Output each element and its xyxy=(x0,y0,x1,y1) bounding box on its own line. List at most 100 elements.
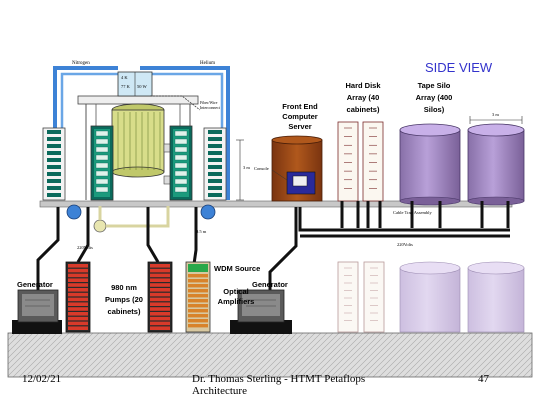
footer-page-number: 47 xyxy=(478,373,489,385)
rack-slot xyxy=(47,193,61,197)
valve-icon xyxy=(93,219,107,233)
pump-module xyxy=(68,312,88,316)
pump-module xyxy=(68,321,88,326)
rack-slot xyxy=(208,179,222,183)
rack-slot xyxy=(47,158,61,162)
power-right-label: 220Volts xyxy=(397,242,413,247)
pump-module xyxy=(150,302,170,306)
pump-module xyxy=(150,297,170,302)
rack-slot xyxy=(47,179,61,183)
pump-module xyxy=(68,288,88,292)
dim-05m: 0.5 m xyxy=(196,229,207,234)
rack-slot xyxy=(95,162,109,169)
amplifier-module xyxy=(188,319,208,323)
floor-base xyxy=(7,332,533,378)
pump-module xyxy=(68,283,88,287)
rack-slot xyxy=(47,137,61,141)
pump-module xyxy=(68,264,88,268)
rack-slot xyxy=(174,130,188,137)
pump-module xyxy=(150,292,170,297)
he-mid-label: 50 W xyxy=(137,84,147,89)
cable-tray-label: Cable Tray Assembly xyxy=(393,210,432,215)
rack-slot xyxy=(174,162,188,169)
left-pump-icon xyxy=(66,204,82,220)
rack-slot xyxy=(208,151,222,155)
rack-slot xyxy=(95,138,109,145)
amplifier-module xyxy=(188,279,208,283)
rack-slot xyxy=(47,186,61,190)
rack-slot xyxy=(47,130,61,134)
rack-slot xyxy=(47,172,61,176)
power-left-label: 220Volts xyxy=(77,245,93,250)
nitrogen-label: Nitrogen xyxy=(72,61,90,66)
rack-slot xyxy=(174,146,188,153)
pump-module xyxy=(150,273,170,278)
hard-disk-label: Hard Disk Array (40 cabinets) xyxy=(345,81,381,114)
amplifier-module xyxy=(188,324,208,328)
rack-slot xyxy=(208,137,222,141)
fiber-wire-label: Fiber/Wire Interconnect xyxy=(200,100,220,110)
pump-module xyxy=(150,268,170,273)
pump-module xyxy=(68,316,88,321)
pump-module xyxy=(150,316,170,321)
rack-slot xyxy=(174,154,188,161)
rack-slot xyxy=(95,154,109,161)
amplifier-module xyxy=(188,314,208,318)
front-end-server xyxy=(271,135,323,202)
pump-module xyxy=(150,321,170,326)
generator-left xyxy=(12,289,62,334)
footer-date: 12/02/21 xyxy=(22,373,62,385)
pump-module xyxy=(150,278,170,282)
right-pump-icon xyxy=(200,204,216,220)
rack-slot xyxy=(208,165,222,169)
rack-slot xyxy=(47,144,61,148)
rack-slot xyxy=(174,178,188,185)
rack-slot xyxy=(47,165,61,169)
wdm-source-label: WDM Source xyxy=(214,264,261,273)
rack-slot xyxy=(95,170,109,177)
rack-slot xyxy=(208,193,222,197)
rack-slot xyxy=(95,186,109,193)
rack-slot xyxy=(208,144,222,148)
amplifier-module xyxy=(188,284,208,288)
rack-slot xyxy=(95,130,109,137)
amplifier-module xyxy=(188,289,208,293)
pump-module xyxy=(68,278,88,282)
pump-module xyxy=(68,307,88,311)
rack-slot xyxy=(208,158,222,162)
pump-module xyxy=(68,268,88,273)
rack-slot xyxy=(95,178,109,185)
amplifier-module xyxy=(188,299,208,303)
amplifier-module xyxy=(188,274,208,278)
amplifier-module xyxy=(188,304,208,308)
front-end-label: Front End Computer Server xyxy=(282,102,318,131)
lower-tape-silos xyxy=(399,261,525,333)
rack-slot xyxy=(174,186,188,193)
amplifier-module xyxy=(188,294,208,298)
pump-module xyxy=(68,292,88,297)
console-label: Console xyxy=(254,166,269,171)
rack-slot xyxy=(174,170,188,177)
rack-slot xyxy=(208,130,222,134)
rack-slot xyxy=(174,138,188,145)
hard-disk-cabinets xyxy=(337,121,384,202)
dim-3m-right: 3 m xyxy=(492,112,499,117)
he-top-label: 4 K xyxy=(121,75,128,80)
pump-module xyxy=(68,302,88,306)
amplifier-module xyxy=(188,309,208,313)
rack-slot xyxy=(47,151,61,155)
pump-module xyxy=(68,273,88,278)
helium-label: Helium xyxy=(200,61,215,66)
pump-module xyxy=(150,264,170,268)
slide-title: SIDE VIEW xyxy=(425,60,493,75)
lower-hard-disk-cabinets xyxy=(337,261,385,333)
k77-label: 77 K xyxy=(121,84,130,89)
tape-silos xyxy=(399,123,525,206)
pump-cabinet xyxy=(147,261,173,333)
rack-slot xyxy=(208,186,222,190)
rack-slot xyxy=(208,172,222,176)
pump-module xyxy=(150,312,170,316)
optical-amps-label: Optical Amplifiers xyxy=(217,287,255,306)
generator-left-label: Generator xyxy=(17,280,53,289)
pump-module xyxy=(68,326,88,330)
